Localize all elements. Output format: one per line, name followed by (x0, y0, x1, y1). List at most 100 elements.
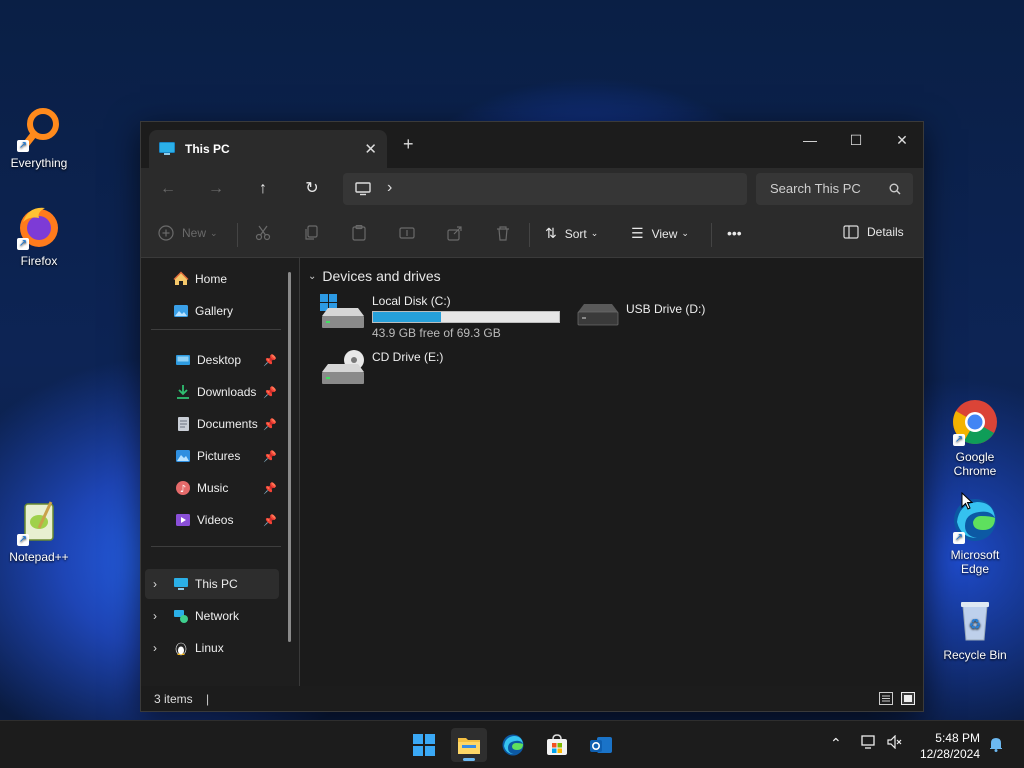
sidebar-item-network[interactable]: › Network (145, 601, 279, 631)
desktop-icon-recycle-bin[interactable]: ♻ Recycle Bin (939, 596, 1011, 662)
search-icon (889, 183, 901, 195)
sidebar-item-documents[interactable]: Documents 📌 (145, 409, 279, 439)
drive-usage-fill (373, 312, 442, 322)
show-hidden-icons-button[interactable]: ⌃ (830, 735, 842, 752)
tab-this-pc[interactable]: This PC ✕ (149, 130, 387, 168)
tiles-view-icon[interactable] (901, 692, 915, 705)
sort-button[interactable]: ⇅ Sort ⌄ (545, 225, 598, 242)
sidebar-item-pictures[interactable]: Pictures 📌 (145, 441, 279, 471)
status-bar: 3 items | (141, 686, 923, 711)
back-button[interactable]: ← (155, 176, 181, 202)
pin-icon[interactable]: 📌 (263, 354, 277, 367)
refresh-button[interactable]: ↻ (299, 176, 325, 202)
desktop-icon-notepadpp[interactable]: ↗ Notepad++ (3, 498, 75, 564)
sidebar-item-videos[interactable]: Videos 📌 (145, 505, 279, 535)
sidebar-item-desktop[interactable]: Desktop 📌 (145, 345, 279, 375)
cut-icon[interactable] (255, 225, 271, 241)
taskbar-outlook[interactable] (583, 728, 619, 762)
drive-usb-d[interactable]: USB Drive (D:) (576, 302, 705, 328)
edge-icon: ↗ (951, 496, 999, 544)
chevron-right-icon[interactable]: › (153, 641, 173, 655)
outlook-icon (590, 737, 612, 753)
sidebar-item-music[interactable]: ♪ Music 📌 (145, 473, 279, 503)
close-window-button[interactable]: ✕ (879, 126, 925, 154)
sidebar-item-home[interactable]: Home (145, 264, 279, 294)
new-button[interactable]: New ⌄ (158, 225, 218, 241)
this-pc-icon (173, 576, 189, 592)
desktop-icon-label: Everything (10, 156, 68, 170)
drive-usage-bar (372, 311, 560, 323)
drive-cd-e[interactable]: CD Drive (E:) (320, 350, 443, 386)
taskbar: ⌃ 5:48 PM 12/28/2024 (0, 720, 1024, 768)
forward-button[interactable]: → (203, 176, 229, 202)
maximize-button[interactable]: ☐ (833, 126, 879, 154)
pin-icon[interactable]: 📌 (263, 450, 277, 463)
group-header-devices[interactable]: ⌄ Devices and drives (308, 268, 441, 284)
details-button[interactable]: Details (843, 225, 904, 239)
network-icon (173, 608, 189, 624)
network-status-icon[interactable] (861, 735, 877, 749)
rename-icon[interactable] (399, 225, 415, 241)
sort-icon: ⇅ (545, 225, 557, 241)
videos-icon (175, 512, 191, 528)
new-tab-button[interactable]: + (403, 134, 414, 155)
details-view-icon[interactable] (879, 692, 893, 705)
desktop-icon-edge[interactable]: ↗ Microsoft Edge (939, 496, 1011, 576)
pin-icon[interactable]: 📌 (263, 418, 277, 431)
volume-muted-icon[interactable] (887, 735, 903, 749)
sidebar-item-linux[interactable]: › Linux (145, 633, 279, 663)
desktop-icon-chrome[interactable]: ↗ Google Chrome (939, 398, 1011, 478)
gallery-icon (173, 303, 189, 319)
title-bar: This PC ✕ + — ☐ ✕ (141, 122, 923, 168)
taskbar-edge[interactable] (495, 728, 531, 762)
desktop-icon-label: Firefox (20, 254, 58, 268)
up-button[interactable]: ↑ (250, 176, 276, 202)
desktop-icon-everything[interactable]: ↗ Everything (3, 104, 75, 170)
desktop-icon-label: Recycle Bin (943, 648, 1007, 662)
home-icon (173, 271, 189, 287)
share-icon[interactable] (447, 225, 463, 241)
pin-icon[interactable]: 📌 (263, 514, 277, 527)
pin-icon[interactable]: 📌 (263, 482, 277, 495)
plus-circle-icon (158, 225, 174, 241)
svg-text:♪: ♪ (180, 484, 186, 495)
drive-name: Local Disk (C:) (372, 294, 451, 308)
search-input[interactable]: Search This PC (756, 173, 913, 205)
drive-local-disk-c[interactable]: Local Disk (C:) 43.9 GB free of 69.3 GB (320, 294, 560, 340)
more-options-button[interactable]: ••• (727, 225, 742, 241)
desktop-folder-icon (175, 352, 191, 368)
monitor-icon (159, 142, 175, 155)
chevron-down-icon: ⌄ (210, 227, 218, 238)
drive-free-space: 43.9 GB free of 69.3 GB (372, 326, 501, 340)
minimize-button[interactable]: — (787, 126, 833, 154)
sidebar-item-downloads[interactable]: Downloads 📌 (145, 377, 279, 407)
system-clock[interactable]: 5:48 PM 12/28/2024 (920, 730, 980, 762)
copy-icon[interactable] (303, 225, 319, 241)
shortcut-arrow-icon: ↗ (953, 532, 965, 544)
start-button[interactable] (406, 728, 442, 762)
notification-bell-icon[interactable] (988, 736, 1004, 752)
edge-icon (502, 734, 524, 756)
paste-icon[interactable] (351, 225, 367, 241)
usb-drive-icon (577, 304, 619, 326)
delete-icon[interactable] (495, 225, 511, 241)
linux-penguin-icon (173, 640, 189, 656)
chevron-right-icon[interactable]: › (387, 179, 392, 197)
shortcut-arrow-icon: ↗ (17, 534, 29, 546)
item-count: 3 items (154, 692, 193, 706)
pin-icon[interactable]: 📌 (263, 386, 277, 399)
active-indicator (463, 758, 475, 761)
desktop-icon-firefox[interactable]: ↗ Firefox (3, 202, 75, 268)
sidebar-scrollbar[interactable] (288, 272, 291, 642)
chevron-right-icon[interactable]: › (153, 609, 173, 623)
tab-close-button[interactable]: ✕ (364, 140, 377, 158)
windows-logo-icon (413, 734, 435, 756)
sidebar-item-this-pc[interactable]: › This PC (145, 569, 279, 599)
taskbar-microsoft-store[interactable] (539, 728, 575, 762)
navigation-pane: Home Gallery Desktop 📌 Downloads 📌 Docum… (141, 258, 299, 688)
address-bar[interactable]: › (343, 173, 747, 205)
chevron-right-icon[interactable]: › (153, 577, 173, 591)
view-button[interactable]: ☰ View ⌄ (631, 225, 689, 242)
sidebar-item-gallery[interactable]: Gallery (145, 296, 279, 326)
taskbar-file-explorer[interactable] (451, 728, 487, 762)
